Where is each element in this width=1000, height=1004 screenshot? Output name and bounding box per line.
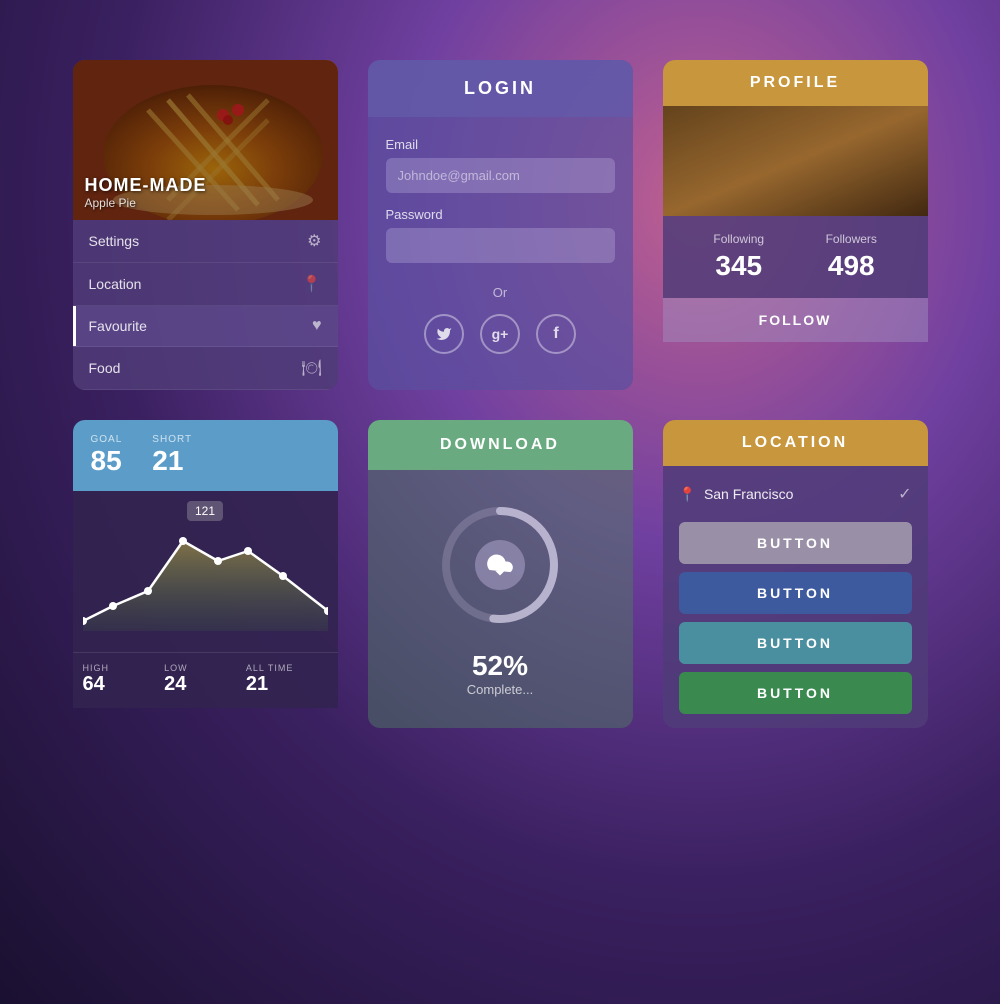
menu-card-title: HOME-MADE Apple Pie [85,175,207,210]
login-card: LOGIN Email Password Or g+ f [368,60,633,390]
menu-item-location[interactable]: Location 📍 [73,263,338,306]
download-icon-container [475,540,525,590]
menu-items-list: Settings ⚙ Location 📍 Favourite ♥ Food 🍽 [73,220,338,390]
password-label: Password [386,207,615,222]
location-left: 📍 San Francisco [679,486,794,503]
follow-button[interactable]: FOLLOW [663,298,928,342]
following-label: Following [683,232,796,246]
progress-ring [435,500,565,630]
goal-label: GOAL [91,434,123,445]
google-icon: g+ [492,326,509,342]
menu-item-food[interactable]: Food 🍽 [73,347,338,390]
location-label: Location [89,276,142,292]
cloud-download-icon [486,551,514,579]
social-buttons: g+ f [386,314,615,354]
low-label: LOW [164,663,246,673]
download-body: 52% Complete... [368,470,633,727]
settings-label: Settings [89,233,140,249]
chart-header: GOAL 85 SHORT 21 [73,420,338,491]
facebook-login-button[interactable]: f [536,314,576,354]
goal-stat: GOAL 85 [91,434,123,477]
high-stat: HIGH 64 [83,663,165,696]
chart-body: 121 [73,491,338,652]
download-percent: 52% [472,650,528,682]
favourite-label: Favourite [89,318,147,334]
chart-card: GOAL 85 SHORT 21 121 [73,420,338,728]
followers-stat: Followers 498 [795,232,908,282]
profile-title: PROFILE [679,74,912,92]
short-stat: SHORT 21 [152,434,192,477]
goal-value: 85 [91,445,123,477]
low-stat: LOW 24 [164,663,246,696]
twitter-login-button[interactable] [424,314,464,354]
chart-footer: HIGH 64 LOW 24 ALL TIME 21 [73,652,338,708]
menu-card: HOME-MADE Apple Pie Settings ⚙ Location … [73,60,338,390]
followers-value: 498 [795,250,908,282]
location-header: LOCATION [663,420,928,466]
short-label: SHORT [152,434,192,445]
google-login-button[interactable]: g+ [480,314,520,354]
or-divider: Or [386,285,615,300]
chart-tooltip: 121 [187,501,223,521]
location-row: 📍 San Francisco ✓ [679,480,912,514]
menu-item-favourite[interactable]: Favourite ♥ [73,306,338,347]
high-label: HIGH [83,663,165,673]
profile-image-area: John Doe 📍 New York, NY [663,106,928,216]
short-value: 21 [152,445,192,477]
alltime-label: ALL TIME [246,663,328,673]
button-1[interactable]: BUTTON [679,522,912,564]
alltime-stat: ALL TIME 21 [246,663,328,696]
email-label: Email [386,137,615,152]
favourite-icon: ♥ [312,317,322,335]
checkmark-icon: ✓ [898,484,911,504]
menu-card-sub-title: Apple Pie [85,196,207,210]
facebook-icon: f [553,325,558,343]
login-header: LOGIN [368,60,633,117]
password-input[interactable] [386,228,615,263]
settings-icon: ⚙ [307,231,321,251]
login-title: LOGIN [386,78,615,99]
location-card: LOCATION 📍 San Francisco ✓ BUTTON BUTTON… [663,420,928,728]
followers-label: Followers [795,232,908,246]
location-marker-icon: 📍 [679,486,696,503]
login-body: Email Password Or g+ f [368,117,633,374]
food-icon: 🍽 [301,358,321,378]
download-card: DOWNLOAD 52% Complete... [368,420,633,728]
low-value: 24 [164,673,246,696]
location-body: 📍 San Francisco ✓ BUTTON BUTTON BUTTON B… [663,466,928,728]
following-stat: Following 345 [683,232,796,282]
profile-stats: Following 345 Followers 498 [663,216,928,298]
button-3[interactable]: BUTTON [679,622,912,664]
food-label: Food [89,360,121,376]
button-2[interactable]: BUTTON [679,572,912,614]
high-value: 64 [83,673,165,696]
button-4[interactable]: BUTTON [679,672,912,714]
download-header: DOWNLOAD [368,420,633,470]
profile-header: PROFILE [663,60,928,106]
download-status: Complete... [467,682,533,697]
download-title: DOWNLOAD [384,436,617,454]
city-name: San Francisco [704,486,793,502]
location-icon: 📍 [302,274,322,294]
menu-item-settings[interactable]: Settings ⚙ [73,220,338,263]
button-row: BUTTON BUTTON BUTTON BUTTON [679,522,912,714]
profile-card: PROFILE [663,60,928,390]
alltime-value: 21 [246,673,328,696]
email-input[interactable] [386,158,615,193]
following-value: 345 [683,250,796,282]
location-title: LOCATION [679,434,912,452]
menu-card-image: HOME-MADE Apple Pie [73,60,338,220]
menu-card-main-title: HOME-MADE [85,175,207,196]
